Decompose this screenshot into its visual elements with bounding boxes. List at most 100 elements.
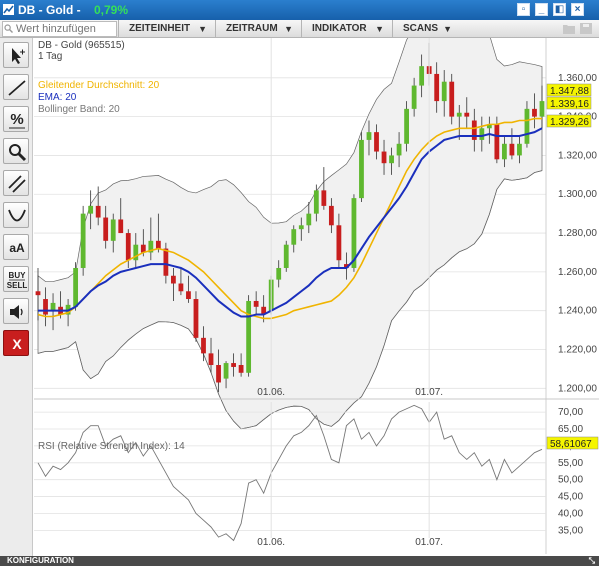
svg-text:%: % xyxy=(10,111,23,128)
menu-label: ZEITEINHEIT xyxy=(129,23,191,34)
candle-body xyxy=(449,81,455,117)
menu-indikator[interactable]: INDIKATOR ▼ xyxy=(301,20,392,38)
candle-body xyxy=(291,229,297,245)
candle-body xyxy=(276,267,282,280)
candle-body xyxy=(118,219,124,234)
candle-body xyxy=(231,363,236,367)
minimize-button[interactable]: _ xyxy=(535,3,548,16)
candle-body xyxy=(517,143,522,156)
percent-tool[interactable]: % xyxy=(3,106,29,132)
rsi-date-label: 01.06. xyxy=(257,537,285,548)
resize-icon[interactable]: ⤡ xyxy=(589,556,595,566)
candle-body xyxy=(411,85,417,109)
candle-body xyxy=(155,240,161,249)
status-bar: KONFIGURATION ⤡ xyxy=(0,556,599,566)
candle-body xyxy=(88,205,94,214)
search-input[interactable] xyxy=(2,21,117,37)
candle-body xyxy=(253,300,259,307)
ema-legend: EMA: 20 xyxy=(38,92,77,103)
candle-body xyxy=(201,337,206,354)
rsi-date-label: 01.07. xyxy=(415,537,443,548)
app-icon xyxy=(3,4,14,15)
candle-body xyxy=(238,365,244,373)
candle-body xyxy=(404,108,409,144)
menu-label: INDIKATOR xyxy=(312,23,367,34)
price-tick-label: 1.280,00 xyxy=(558,228,597,239)
candle-body xyxy=(125,233,131,261)
restore-icon: ▫ xyxy=(521,4,526,15)
chart-area[interactable]: 1.200,00 1.220,00 1.240,00 1.260,00 1.280,00… xyxy=(34,38,599,556)
candle-body xyxy=(95,205,101,218)
zoom-tool[interactable] xyxy=(3,138,29,164)
candle-body xyxy=(171,275,176,284)
menu-label: SCANS xyxy=(403,23,439,34)
folder-icon[interactable] xyxy=(563,23,575,34)
price-tag-label: 1.347,88 xyxy=(550,86,589,97)
svg-text:X: X xyxy=(12,336,22,352)
line-tool[interactable] xyxy=(3,74,29,100)
candle-body xyxy=(321,190,327,206)
arc-tool[interactable] xyxy=(3,202,29,228)
candle-body xyxy=(216,365,221,383)
chevron-down-icon: ▼ xyxy=(375,24,384,34)
save-icon[interactable] xyxy=(580,23,592,34)
cursor-icon xyxy=(12,48,25,64)
buy-sell-tool[interactable]: BUY SELL xyxy=(3,266,29,292)
rsi-value-label: 58,61067 xyxy=(550,439,592,450)
channel-tool[interactable] xyxy=(3,170,29,196)
candle-body xyxy=(35,291,41,296)
title-bar: DB - Gold - 0,79% ▫ _ ◧ × xyxy=(0,0,599,20)
chevron-down-icon: ▼ xyxy=(443,24,452,34)
text-tool[interactable]: aA xyxy=(3,234,29,260)
menu-scans[interactable]: SCANS ▼ xyxy=(392,20,460,38)
menu-zeitraum[interactable]: ZEITRAUM ▼ xyxy=(215,20,301,38)
chevron-down-icon: ▼ xyxy=(198,24,207,34)
rsi-tick-label: 65,00 xyxy=(558,424,583,435)
candle-body xyxy=(103,217,109,241)
sound-tool[interactable] xyxy=(3,298,29,324)
text-icon: aA xyxy=(9,241,25,255)
restore-button[interactable]: ▫ xyxy=(517,3,530,16)
close-button[interactable]: × xyxy=(571,3,584,16)
window-title: DB - Gold - xyxy=(18,3,81,17)
menu-label: ZEITRAUM xyxy=(226,23,278,34)
rsi-line xyxy=(37,404,543,542)
candle-body xyxy=(306,213,312,226)
price-tick-label: 1.200,00 xyxy=(558,383,597,394)
search-icon xyxy=(4,24,13,33)
candle-body xyxy=(524,108,530,144)
candle-body xyxy=(336,225,342,261)
rsi-tick-label: 55,00 xyxy=(558,458,583,469)
configuration-button[interactable]: KONFIGURATION xyxy=(7,556,74,565)
buy-sell-icon: BUY SELL xyxy=(7,271,28,290)
pointer-tool[interactable] xyxy=(3,42,29,68)
candle-body xyxy=(328,205,334,226)
instrument-label: DB - Gold (965515) xyxy=(38,40,125,51)
svg-text:SELL: SELL xyxy=(7,281,28,290)
candle-body xyxy=(193,299,199,338)
settings-button[interactable]: ◧ xyxy=(553,3,566,16)
period-label: 1 Tag xyxy=(38,51,62,62)
candle-body xyxy=(441,81,447,102)
delete-icon: X xyxy=(12,336,22,352)
menu-zeiteinheit[interactable]: ZEITEINHEIT ▼ xyxy=(118,20,215,38)
rsi-grid xyxy=(34,411,546,531)
rsi-x-axis: 01.06. 01.07. xyxy=(257,402,443,548)
candle-body xyxy=(313,190,319,214)
change-percent: 0,79% xyxy=(94,3,129,17)
delete-tool[interactable]: X xyxy=(3,330,29,356)
price-tag-label: 1.329,26 xyxy=(550,117,589,128)
candle-body xyxy=(434,73,440,102)
price-tick-label: 1.360,00 xyxy=(558,73,597,84)
chevron-down-icon: ▼ xyxy=(284,24,293,34)
candle-body xyxy=(381,151,387,164)
rsi-tick-label: 40,00 xyxy=(558,508,583,519)
candle-body xyxy=(419,66,425,86)
candle-body xyxy=(80,213,86,268)
price-tags: 1.347,88 1.339,16 1.329,26 xyxy=(546,83,592,128)
svg-text:aA: aA xyxy=(9,241,25,255)
price-tick-label: 1.320,00 xyxy=(558,150,597,161)
minimize-icon: _ xyxy=(538,4,545,15)
candle-body xyxy=(178,283,184,292)
price-tick-label: 1.240,00 xyxy=(558,306,597,317)
